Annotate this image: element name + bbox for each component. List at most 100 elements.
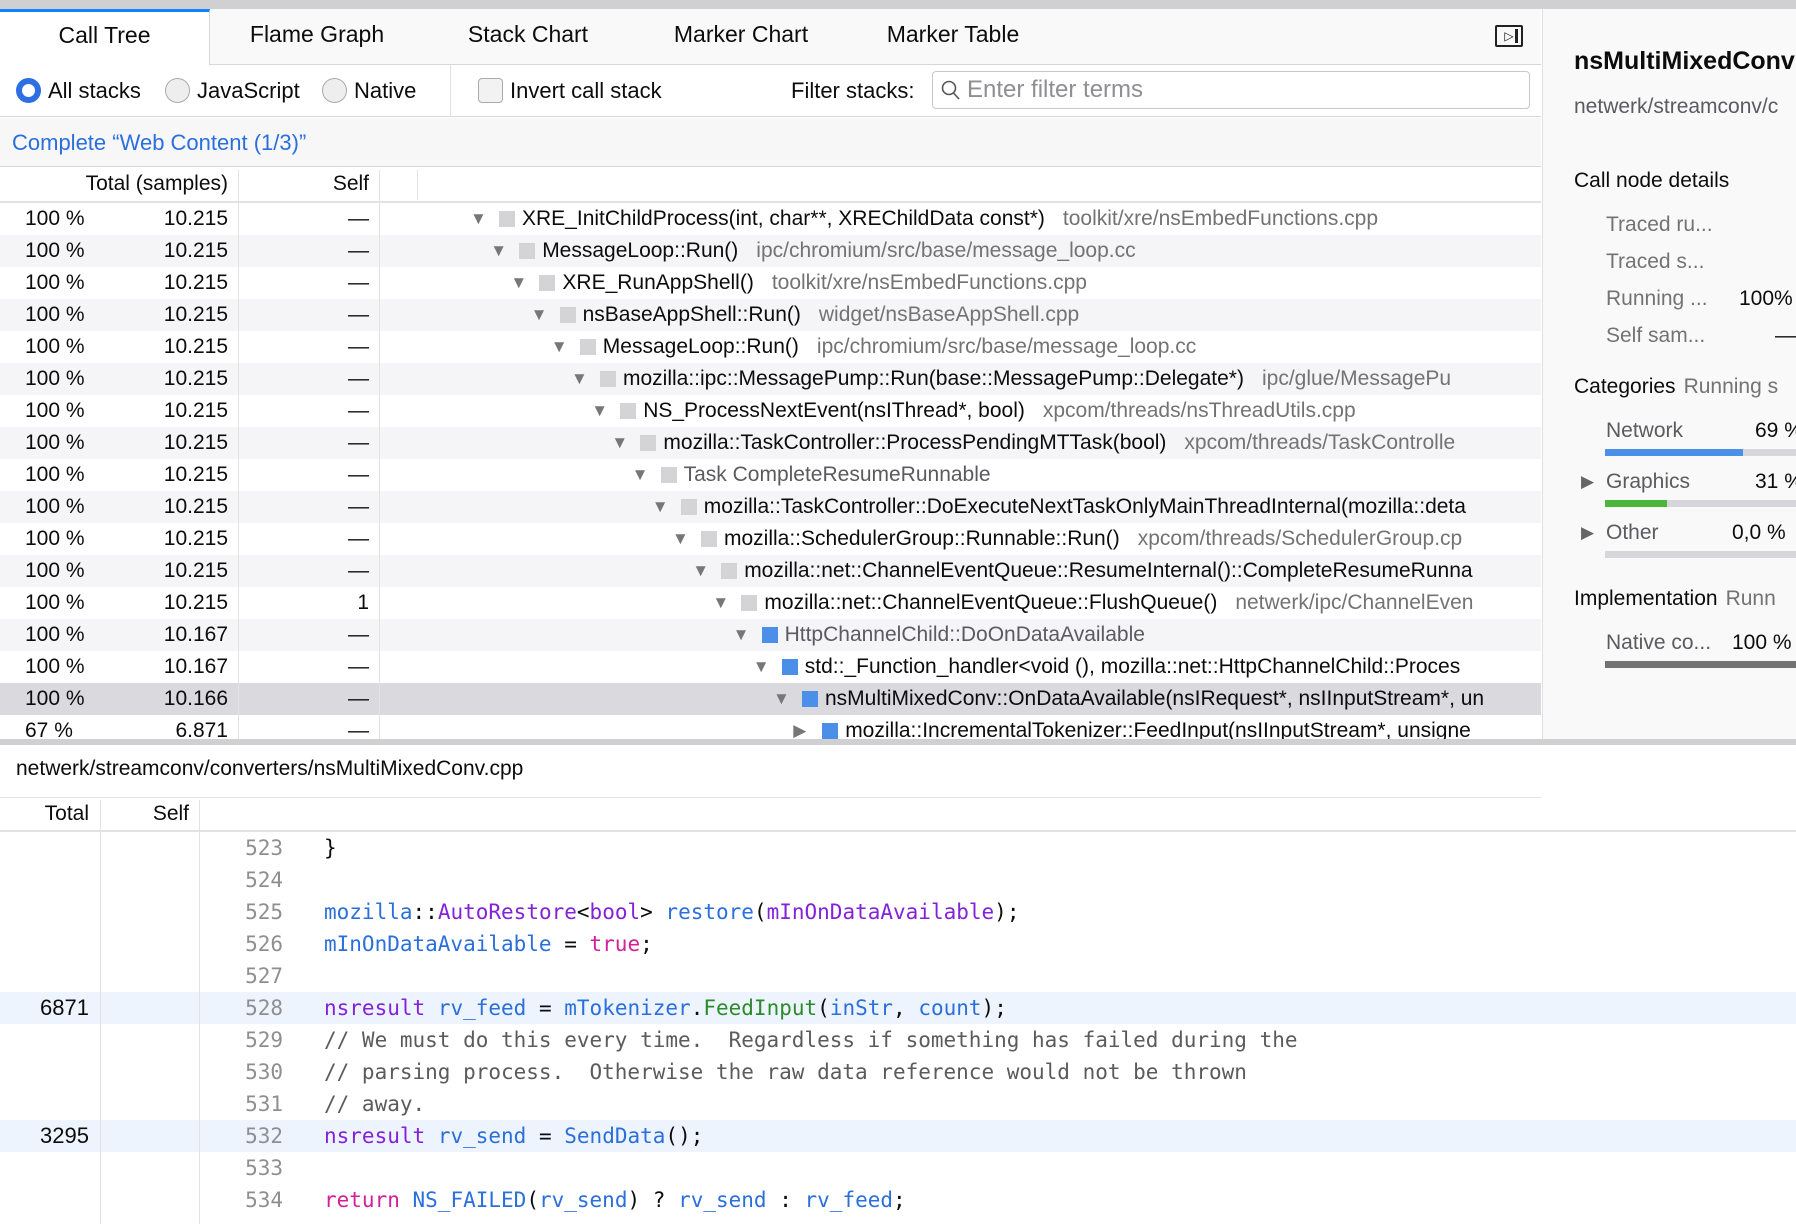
radio-native[interactable] bbox=[322, 78, 347, 103]
sidebar: nsMultiMixedConv netwerk/streamconv/c Ca… bbox=[1542, 9, 1796, 739]
source-line[interactable]: 534 return NS_FAILED(rv_send) ? rv_send :… bbox=[0, 1184, 1796, 1216]
source-line[interactable]: 527 bbox=[0, 960, 1796, 992]
tree-row[interactable]: 100 % 10.215 — ▼ nsBaseAppShell::Run() widget… bbox=[0, 299, 1541, 331]
expanded-triangle-icon[interactable]: ▼ bbox=[712, 587, 729, 619]
radio-javascript[interactable] bbox=[165, 78, 190, 103]
tree-row[interactable]: 100 % 10.215 1 ▼ mozilla::net::ChannelEventQ… bbox=[0, 587, 1541, 619]
expanded-triangle-icon[interactable]: ▼ bbox=[652, 491, 669, 523]
total-samples: 10.167 bbox=[163, 623, 228, 646]
tree-row[interactable]: 100 % 10.215 — ▼ MessageLoop::Run() ipc/chrom… bbox=[0, 235, 1541, 267]
sidebar-toggle-icon[interactable]: ▷ bbox=[1495, 25, 1523, 47]
expanded-triangle-icon[interactable]: ▼ bbox=[611, 427, 628, 459]
function-name: XRE_InitChildProcess(int, char**, XREChi… bbox=[522, 203, 1378, 235]
categories-label: Categories bbox=[1574, 375, 1676, 398]
tree-row[interactable]: 100 % 10.215 — ▼ XRE_RunAppShell() toolkit/xr… bbox=[0, 267, 1541, 299]
category-bar bbox=[1605, 449, 1796, 456]
total-samples: 10.215 bbox=[163, 271, 228, 294]
code-token: ); bbox=[981, 996, 1007, 1020]
tab-flame-graph[interactable]: Flame Graph bbox=[222, 9, 412, 65]
line-code: // parsing process. Otherwise the raw da… bbox=[324, 1056, 1247, 1088]
source-line[interactable]: 524 bbox=[0, 864, 1796, 896]
expanded-triangle-icon[interactable]: ▼ bbox=[692, 555, 709, 587]
tab-stack-chart[interactable]: Stack Chart bbox=[438, 9, 618, 65]
self-samples: — bbox=[348, 303, 369, 326]
invert-call-stack-label[interactable]: Invert call stack bbox=[510, 78, 662, 104]
category-label[interactable]: Graphics bbox=[1606, 470, 1690, 494]
category-swatch bbox=[721, 563, 738, 579]
detail-value: 100% bbox=[1739, 287, 1793, 310]
expanded-triangle-icon[interactable]: ▼ bbox=[753, 651, 770, 683]
tree-row[interactable]: 100 % 10.215 — ▼ NS_ProcessNextEvent(nsIThre… bbox=[0, 395, 1541, 427]
function-name: std::_Function_handler<void (), mozilla:… bbox=[805, 651, 1460, 683]
source-line[interactable]: 530 // parsing process. Otherwise the raw… bbox=[0, 1056, 1796, 1088]
source-line[interactable]: 526 mInOnDataAvailable = true; bbox=[0, 928, 1796, 960]
source-line[interactable]: 529 // We must do this every time. Regard… bbox=[0, 1024, 1796, 1056]
total-percent: 100 % bbox=[25, 431, 85, 454]
radio-javascript-label[interactable]: JavaScript bbox=[197, 78, 300, 104]
tree-row[interactable]: 100 % 10.167 — ▼ std::_Function_handler<void… bbox=[0, 651, 1541, 683]
breadcrumb-item[interactable]: Complete “Web Content (1/3)” bbox=[12, 130, 306, 156]
total-percent: 100 % bbox=[25, 399, 85, 422]
radio-all-stacks-label[interactable]: All stacks bbox=[48, 78, 141, 104]
expand-triangle-icon[interactable]: ▶ bbox=[1581, 523, 1594, 543]
expanded-triangle-icon[interactable]: ▼ bbox=[773, 683, 790, 715]
self-samples: — bbox=[348, 239, 369, 262]
expanded-triangle-icon[interactable]: ▼ bbox=[591, 395, 608, 427]
tree-row[interactable]: 67 % 6.871 — ▶ mozilla::IncrementalTokenizer… bbox=[0, 715, 1541, 739]
tree-row[interactable]: 100 % 10.215 — ▼ XRE_InitChildProcess(int, c… bbox=[0, 203, 1541, 235]
tree-row[interactable]: 100 % 10.167 — ▼ HttpChannelChild::DoOnDataA… bbox=[0, 619, 1541, 651]
radio-native-label[interactable]: Native bbox=[354, 78, 416, 104]
line-number: 532 bbox=[245, 1124, 283, 1148]
expand-triangle-icon[interactable]: ▶ bbox=[1581, 472, 1594, 492]
source-line[interactable]: 525 mozilla::AutoRestore<bool> restore(mI… bbox=[0, 896, 1796, 928]
source-line[interactable]: 523} bbox=[0, 832, 1796, 864]
expanded-triangle-icon[interactable]: ▼ bbox=[632, 459, 649, 491]
tab-marker-table[interactable]: Marker Table bbox=[868, 9, 1038, 65]
filter-stacks-input[interactable]: Enter filter terms bbox=[932, 71, 1530, 109]
invert-call-stack-checkbox[interactable] bbox=[478, 78, 503, 103]
tree-row[interactable]: 100 % 10.215 — ▼ MessageLoop::Run() ipc/chrom… bbox=[0, 331, 1541, 363]
source-line[interactable]: 531 // away. bbox=[0, 1088, 1796, 1120]
tree-row[interactable]: 100 % 10.215 — ▼ mozilla::ipc::MessagePump::… bbox=[0, 363, 1541, 395]
expanded-triangle-icon[interactable]: ▼ bbox=[672, 523, 689, 555]
tree-row[interactable]: 100 % 10.215 — ▼ mozilla::SchedulerGroup::Ru… bbox=[0, 523, 1541, 555]
source-line[interactable]: 6871 528 nsresult rv_feed = mTokenizer.Fee… bbox=[0, 992, 1796, 1024]
tab-call-tree[interactable]: Call Tree bbox=[0, 9, 210, 66]
radio-all-stacks[interactable] bbox=[16, 78, 41, 103]
expanded-triangle-icon[interactable]: ▼ bbox=[733, 619, 750, 651]
code-token: mozilla bbox=[324, 900, 413, 924]
expanded-triangle-icon[interactable]: ▼ bbox=[510, 267, 527, 299]
expanded-triangle-icon[interactable]: ▼ bbox=[551, 331, 568, 363]
tree-row[interactable]: 100 % 10.215 — ▼ Task CompleteResumeRunnable bbox=[0, 459, 1541, 491]
implementation-label: Implementation bbox=[1574, 587, 1718, 610]
collapsed-triangle-icon[interactable]: ▶ bbox=[793, 715, 806, 739]
library-path: widget/nsBaseAppShell.cpp bbox=[818, 303, 1080, 326]
source-line[interactable]: 3295 532 nsresult rv_send = SendData(); bbox=[0, 1120, 1796, 1152]
self-samples: — bbox=[348, 719, 369, 739]
tab-marker-chart[interactable]: Marker Chart bbox=[650, 9, 832, 65]
expanded-triangle-icon[interactable]: ▼ bbox=[571, 363, 588, 395]
tree-row[interactable]: 100 % 10.215 — ▼ mozilla::TaskController::Pr… bbox=[0, 427, 1541, 459]
category-swatch bbox=[539, 275, 556, 291]
column-divider bbox=[238, 170, 239, 739]
category-swatch bbox=[660, 467, 677, 483]
tree-row[interactable]: 100 % 10.166 — ▼ nsMultiMixedConv::OnDataAva… bbox=[0, 683, 1541, 715]
function-label: mozilla::TaskController::ProcessPendingM… bbox=[663, 431, 1167, 454]
tree-header: Total (samples) Self bbox=[0, 167, 1541, 203]
expanded-triangle-icon[interactable]: ▼ bbox=[490, 235, 507, 267]
code-token: rv_send bbox=[678, 1188, 767, 1212]
tree-row[interactable]: 100 % 10.215 — ▼ mozilla::TaskController::Do… bbox=[0, 491, 1541, 523]
line-number: 529 bbox=[245, 1028, 283, 1052]
tree-row[interactable]: 100 % 10.215 — ▼ mozilla::net::ChannelEventQ… bbox=[0, 555, 1541, 587]
code-token: , bbox=[893, 996, 919, 1020]
category-label[interactable]: Other bbox=[1606, 521, 1659, 545]
source-line[interactable]: 533 bbox=[0, 1152, 1796, 1184]
expanded-triangle-icon[interactable]: ▼ bbox=[531, 299, 548, 331]
sidebar-title: nsMultiMixedConv bbox=[1574, 47, 1795, 75]
self-samples: 1 bbox=[357, 591, 369, 614]
function-label: nsBaseAppShell::Run() bbox=[582, 303, 801, 326]
total-samples: 10.215 bbox=[163, 207, 228, 230]
call-tree: 100 % 10.215 — ▼ XRE_InitChildProcess(int, c… bbox=[0, 203, 1541, 739]
category-label: Network bbox=[1606, 419, 1684, 442]
expanded-triangle-icon[interactable]: ▼ bbox=[470, 203, 487, 235]
